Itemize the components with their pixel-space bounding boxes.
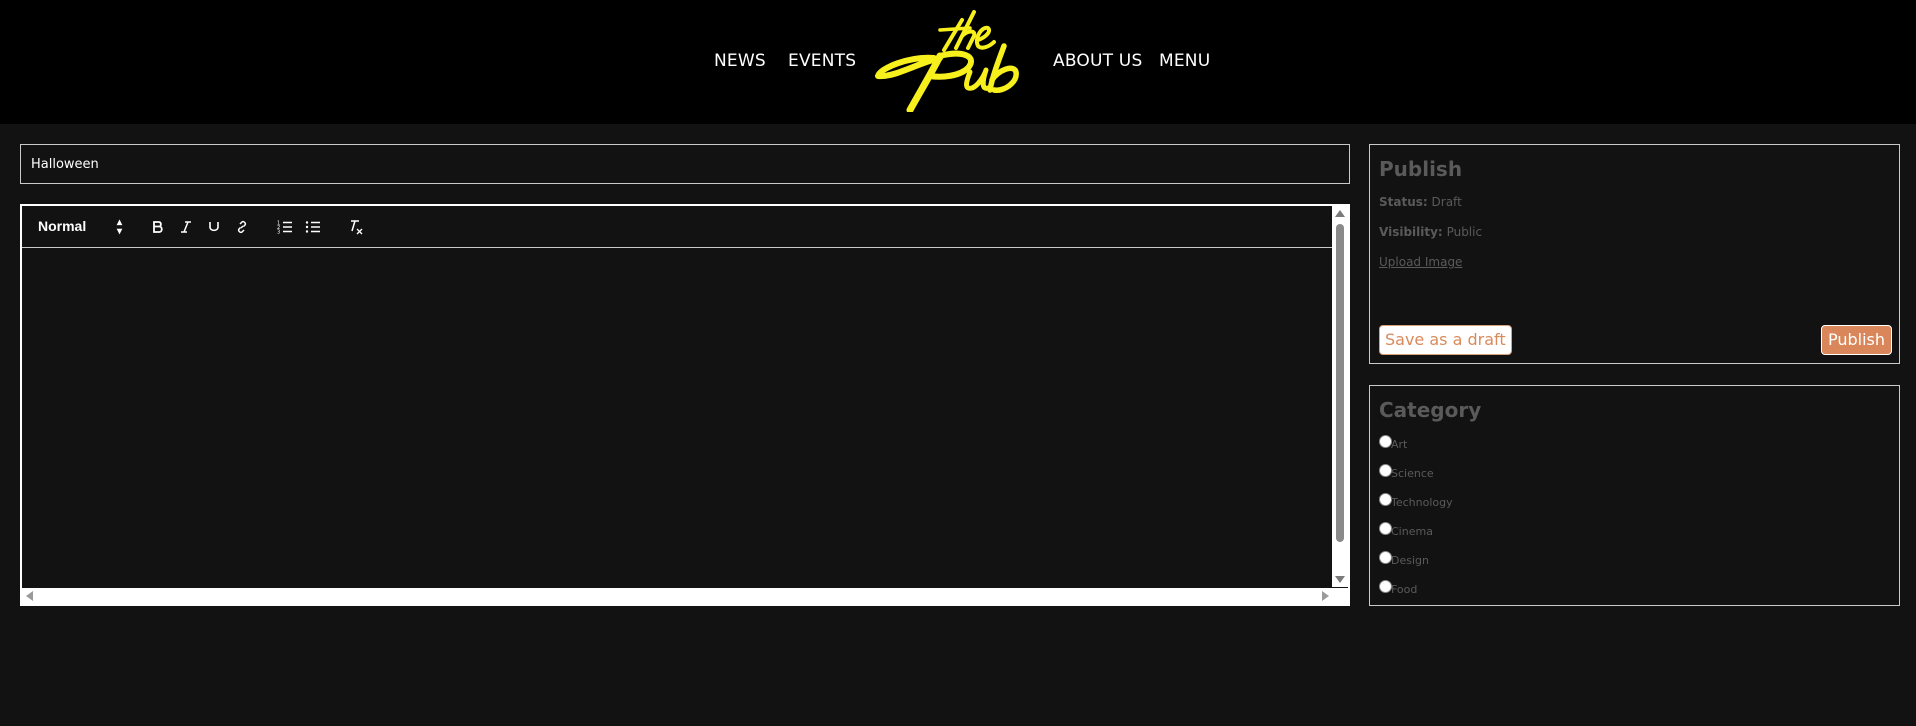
bullet-list-icon[interactable]: [302, 217, 324, 237]
category-label: Food: [1391, 583, 1418, 596]
scroll-left-icon[interactable]: [26, 591, 33, 601]
italic-icon[interactable]: [175, 217, 197, 237]
svg-text:3: 3: [277, 230, 280, 235]
category-option-science[interactable]: Science: [1379, 464, 1434, 480]
scroll-up-icon[interactable]: [1335, 210, 1345, 217]
rich-text-editor: Normal ▴ ▾ 123: [20, 204, 1350, 606]
publish-heading: Publish: [1379, 157, 1463, 181]
status-row: Status: Draft: [1379, 195, 1462, 209]
scroll-thumb[interactable]: [1336, 224, 1344, 542]
category-option-food[interactable]: Food: [1379, 580, 1417, 596]
clear-format-icon[interactable]: [345, 217, 367, 237]
format-select-value: Normal: [38, 218, 87, 234]
nav-link-events[interactable]: EVENTS: [788, 50, 856, 72]
category-option-design[interactable]: Design: [1379, 551, 1429, 567]
nav-link-news[interactable]: NEWS: [714, 50, 766, 72]
post-title-input[interactable]: [20, 144, 1350, 184]
save-draft-button[interactable]: Save as a draft: [1379, 325, 1512, 355]
visibility-value: Public: [1446, 225, 1483, 239]
visibility-label: Visibility:: [1379, 225, 1443, 239]
format-select[interactable]: Normal ▴ ▾: [38, 217, 128, 237]
nav-link-about-us[interactable]: ABOUT US: [1053, 50, 1142, 72]
category-label: Technology: [1391, 496, 1453, 509]
category-heading: Category: [1379, 398, 1482, 422]
editor-toolbar: Normal ▴ ▾ 123: [22, 206, 1334, 248]
editor-content-area[interactable]: [22, 249, 1334, 587]
category-label: Art: [1391, 438, 1408, 451]
scroll-down-icon[interactable]: [1335, 576, 1345, 583]
site-header: NEWS EVENTS ABOUT US MENU: [0, 0, 1916, 124]
the-pub-logo[interactable]: [870, 6, 1030, 112]
upload-image-link[interactable]: Upload Image: [1379, 255, 1462, 269]
publish-panel: Publish Status: Draft Visibility: Public…: [1369, 144, 1900, 364]
category-option-technology[interactable]: Technology: [1379, 493, 1453, 509]
category-label: Design: [1391, 554, 1429, 567]
vertical-scrollbar[interactable]: [1332, 206, 1348, 587]
visibility-row: Visibility: Public: [1379, 225, 1482, 239]
underline-icon[interactable]: [203, 217, 225, 237]
scroll-right-icon[interactable]: [1322, 591, 1329, 601]
bold-icon[interactable]: [147, 217, 169, 237]
horizontal-scrollbar[interactable]: [22, 588, 1348, 604]
category-panel: Category Art Science Technology Cinema D…: [1369, 385, 1900, 606]
status-label: Status:: [1379, 195, 1428, 209]
nav-link-menu[interactable]: MENU: [1159, 50, 1210, 72]
publish-button[interactable]: Publish: [1821, 325, 1893, 355]
ordered-list-icon[interactable]: 123: [274, 217, 296, 237]
updown-icon: ▴ ▾: [116, 217, 122, 237]
category-option-art[interactable]: Art: [1379, 435, 1407, 451]
category-label: Cinema: [1391, 525, 1433, 538]
link-icon[interactable]: [231, 217, 253, 237]
category-option-cinema[interactable]: Cinema: [1379, 522, 1433, 538]
status-value: Draft: [1431, 195, 1462, 209]
category-label: Science: [1391, 467, 1434, 480]
